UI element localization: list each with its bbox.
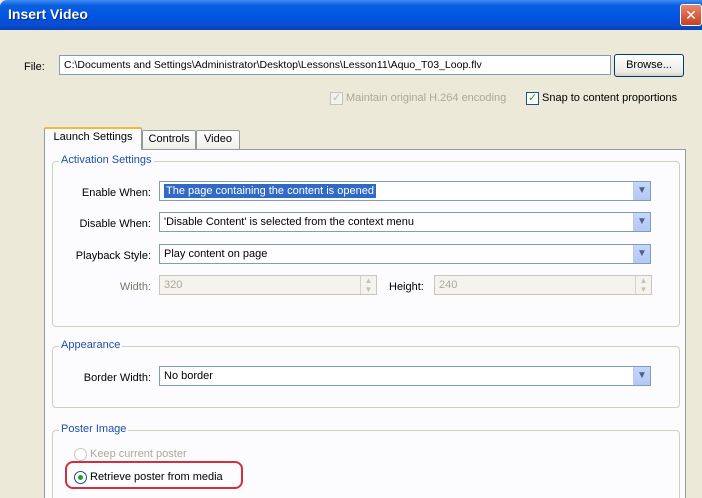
border-width-dropdown[interactable]: No border ▼ [159,366,651,386]
keep-current-poster-radio[interactable] [74,448,87,461]
disable-when-value: 'Disable Content' is selected from the c… [164,216,414,228]
spinner-arrows-icon[interactable]: ▲ ▼ [635,276,651,294]
poster-image-group: Poster Image Keep current poster Retriev… [52,423,680,498]
checkmark-icon: ✓ [528,92,538,104]
width-label: Width: [119,281,151,293]
close-button[interactable]: ✕ [680,4,702,26]
file-label: File: [24,61,45,73]
height-label: Height: [389,281,424,293]
height-value: 240 [439,279,458,291]
snap-proportions-checkbox[interactable]: ✓ [526,92,539,105]
disable-when-dropdown[interactable]: 'Disable Content' is selected from the c… [159,212,651,232]
chevron-down-icon[interactable]: ▼ [633,245,650,263]
dialog-title: Insert Video [8,6,88,22]
launch-settings-panel: Activation Settings Enable When: The pag… [44,149,686,498]
activation-settings-legend: Activation Settings [59,154,154,166]
width-spinner[interactable]: 320 ▲ ▼ [159,275,377,295]
disable-when-label: Disable When: [79,218,151,230]
enable-when-value: The page containing the content is opene… [164,184,376,198]
chevron-down-icon[interactable]: ▼ [633,182,650,200]
title-bar[interactable]: Insert Video ✕ [0,0,702,30]
tab-video[interactable]: Video [196,130,240,149]
height-spinner[interactable]: 240 ▲ ▼ [434,275,652,295]
playback-style-value: Play content on page [164,248,268,260]
poster-image-legend: Poster Image [59,423,129,435]
file-path-field[interactable]: C:\Documents and Settings\Administrator\… [59,55,611,75]
maintain-encoding-label: Maintain original H.264 encoding [346,92,507,104]
chevron-down-icon[interactable]: ▼ [633,367,650,385]
callout-ring [65,461,243,489]
keep-current-poster-label: Keep current poster [90,448,187,460]
close-icon: ✕ [685,7,697,23]
enable-when-label: Enable When: [81,187,151,199]
appearance-legend: Appearance [59,339,123,351]
playback-style-label: Playback Style: [75,250,151,262]
spinner-arrows-icon[interactable]: ▲ ▼ [360,276,376,294]
playback-style-dropdown[interactable]: Play content on page ▼ [159,244,651,264]
tab-launch-settings[interactable]: Launch Settings [44,127,142,150]
chevron-down-icon[interactable]: ▼ [633,213,650,231]
width-value: 320 [164,279,183,291]
browse-button[interactable]: Browse... [614,54,684,77]
activation-settings-group: Activation Settings Enable When: The pag… [52,154,680,327]
tab-controls[interactable]: Controls [142,130,196,149]
maintain-encoding-checkbox[interactable]: ✓ [330,92,343,105]
border-width-label: Border Width: [83,372,151,384]
appearance-group: Appearance Border Width: No border ▼ [52,339,680,408]
checkmark-icon: ✓ [332,92,342,104]
border-width-value: No border [164,370,213,382]
enable-when-dropdown[interactable]: The page containing the content is opene… [159,181,651,201]
snap-proportions-label: Snap to content proportions [542,92,678,104]
insert-video-dialog: Insert Video ✕ File: C:\Documents and Se… [0,0,702,498]
